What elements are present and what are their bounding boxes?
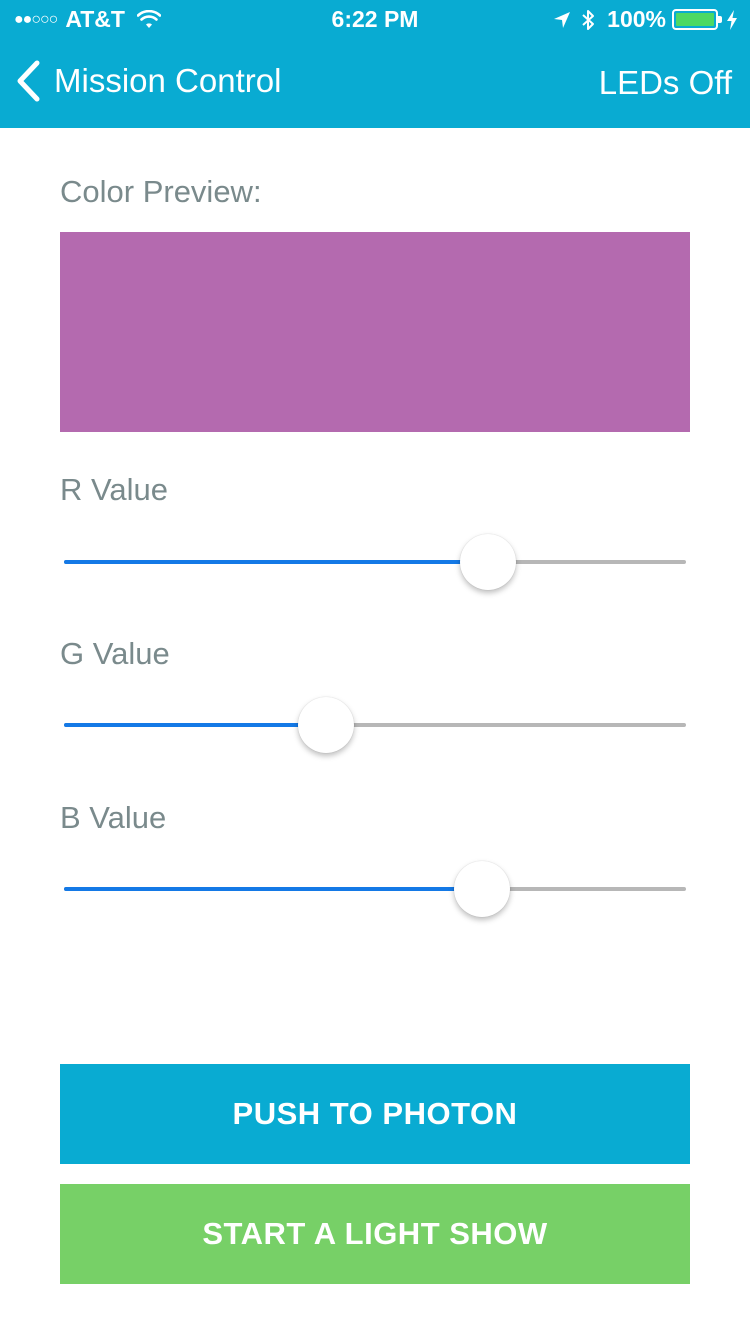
battery-percent: 100%: [607, 6, 666, 32]
g-value-label: G Value: [60, 636, 170, 671]
g-value-slider[interactable]: [64, 695, 686, 755]
color-preview-label: Color Preview:: [60, 174, 262, 209]
bluetooth-icon: [582, 9, 595, 30]
push-to-photon-button[interactable]: PUSH TO PHOTON: [60, 1064, 690, 1164]
charging-bolt-icon: [727, 9, 737, 30]
b-value-label: B Value: [60, 800, 167, 835]
slider-thumb[interactable]: [460, 534, 517, 590]
battery-fill: [676, 13, 714, 26]
app-header: ●●○○○ AT&T 6:22 PM 100% Mission Control …: [0, 0, 750, 128]
slider-thumb[interactable]: [298, 697, 355, 753]
r-value-slider[interactable]: [64, 532, 686, 592]
slider-thumb[interactable]: [453, 861, 510, 917]
location-arrow-icon: [554, 11, 571, 28]
b-value-slider[interactable]: [64, 859, 686, 919]
navigation-bar: Mission Control LEDs Off: [0, 40, 750, 128]
back-button-label: Mission Control: [54, 62, 282, 99]
slider-fill: [64, 723, 327, 727]
leds-off-button[interactable]: LEDs Off: [599, 64, 732, 102]
start-light-show-button[interactable]: START A LIGHT SHOW: [60, 1184, 690, 1284]
chevron-left-icon: [17, 60, 40, 102]
status-bar: ●●○○○ AT&T 6:22 PM 100%: [0, 0, 750, 40]
r-value-label: R Value: [60, 472, 168, 507]
battery-tip: [718, 16, 722, 23]
slider-fill: [64, 560, 489, 564]
battery-icon: [672, 9, 722, 30]
status-right: 100%: [553, 6, 738, 33]
slider-fill: [64, 887, 482, 891]
color-preview-swatch: [60, 232, 690, 432]
back-button[interactable]: Mission Control: [14, 60, 281, 102]
